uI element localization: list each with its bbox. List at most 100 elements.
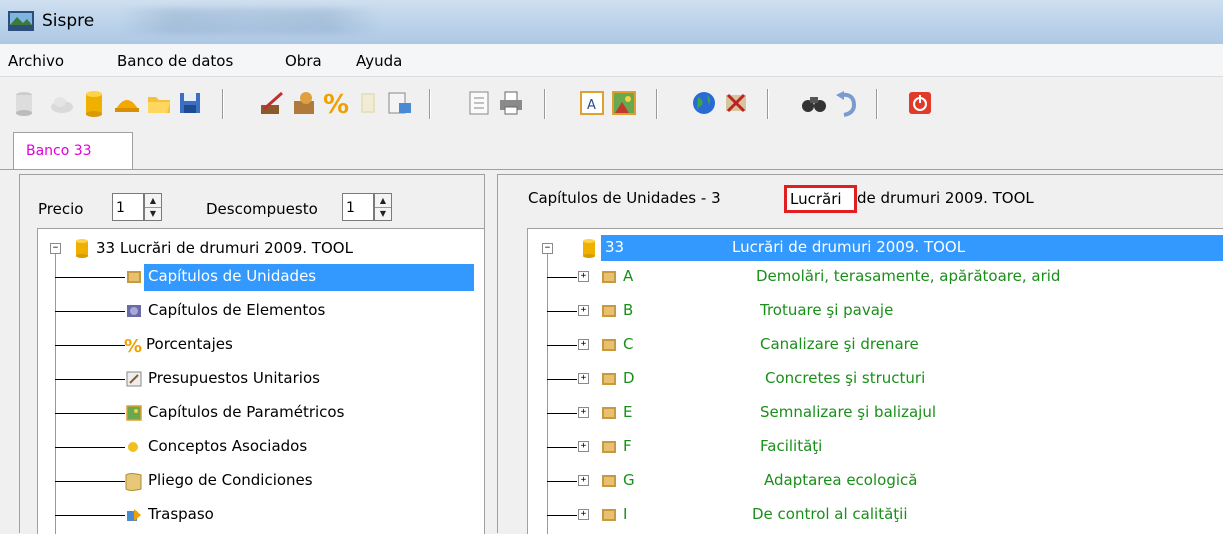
- app-icon: [8, 11, 34, 31]
- expand-icon[interactable]: +: [578, 475, 589, 486]
- open-folder-icon[interactable]: [145, 89, 173, 117]
- tree-branch: [55, 277, 125, 278]
- chapter-label[interactable]: Concretes şi structuri: [765, 369, 925, 387]
- tree-branch: [547, 379, 577, 380]
- menu-banco-de-datos[interactable]: Banco de datos: [117, 52, 233, 70]
- spin-up-icon[interactable]: ▲: [145, 194, 161, 208]
- menu-obra[interactable]: Obra: [285, 52, 322, 70]
- panel-splitter[interactable]: [487, 174, 495, 533]
- toolbar-separator: [876, 89, 878, 119]
- tree-item-pliego-condiciones[interactable]: Pliego de Condiciones: [148, 471, 313, 489]
- svg-text:A: A: [587, 98, 596, 113]
- chapter-label[interactable]: Trotuare şi pavaje: [760, 301, 893, 319]
- chapter-code[interactable]: I: [623, 505, 627, 523]
- chapter-label[interactable]: Semnalizare şi balizajul: [760, 403, 936, 421]
- expand-icon[interactable]: +: [578, 407, 589, 418]
- chapter-code[interactable]: F: [623, 437, 632, 455]
- tree-branch: [547, 515, 577, 516]
- tree-item-presupuestos-unitarios[interactable]: Presupuestos Unitarios: [148, 369, 320, 387]
- chapter-code[interactable]: D: [623, 369, 635, 387]
- tree-item-porcentajes[interactable]: Porcentajes: [146, 335, 233, 353]
- percent-icon[interactable]: %: [322, 89, 350, 117]
- spin-down-icon[interactable]: ▼: [375, 207, 391, 220]
- spin-down-icon[interactable]: ▼: [145, 207, 161, 220]
- chapter-label[interactable]: Demolări, terasamente, apărătoare, arid: [756, 267, 1060, 285]
- database-icon: [76, 239, 88, 258]
- root-label[interactable]: Lucrări de drumuri 2009. TOOL: [732, 238, 965, 256]
- new-bank-icon[interactable]: [10, 89, 38, 117]
- image-frame-icon[interactable]: [610, 89, 638, 117]
- descompuesto-spinner[interactable]: ▲ ▼: [374, 193, 392, 221]
- precio-input[interactable]: [112, 193, 144, 221]
- expand-icon[interactable]: +: [578, 271, 589, 282]
- chapter-code[interactable]: E: [623, 403, 632, 421]
- tab-strip: Banco 33: [0, 129, 1223, 171]
- undo-icon[interactable]: [832, 89, 860, 117]
- chapter-code[interactable]: B: [623, 301, 633, 319]
- helmet-icon[interactable]: [113, 89, 141, 117]
- svg-text:%: %: [323, 90, 349, 117]
- tree-branch: [55, 345, 125, 346]
- expand-icon[interactable]: +: [578, 441, 589, 452]
- print-icon[interactable]: [497, 89, 525, 117]
- cloud-icon[interactable]: [48, 89, 76, 117]
- tree-item-capitulos-elementos[interactable]: Capítulos de Elementos: [148, 301, 325, 319]
- expand-icon[interactable]: +: [578, 305, 589, 316]
- chapter-label[interactable]: De control al calităţii: [752, 505, 908, 523]
- left-panel: Precio ▲ ▼ Descompuesto ▲ ▼ − 33 Lucrări…: [19, 174, 485, 534]
- unit-chapter-icon: [602, 271, 616, 283]
- right-tree[interactable]: − 33 Lucrări de drumuri 2009. TOOL + A D…: [527, 228, 1223, 534]
- tree-branch: [547, 413, 577, 414]
- tree-line: [55, 254, 56, 534]
- save-icon[interactable]: [176, 89, 204, 117]
- globe-icon[interactable]: [690, 89, 718, 117]
- tree-item-conceptos-asociados[interactable]: Conceptos Asociados: [148, 437, 307, 455]
- toolbar-separator: [656, 89, 658, 119]
- transfer-doc-icon[interactable]: [385, 89, 413, 117]
- left-tree[interactable]: − 33 Lucrări de drumuri 2009. TOOL Capít…: [37, 228, 485, 534]
- chapter-code[interactable]: C: [623, 335, 633, 353]
- tree-branch: [55, 379, 125, 380]
- descompuesto-input[interactable]: [342, 193, 374, 221]
- menu-ayuda[interactable]: Ayuda: [356, 52, 402, 70]
- tree-item-traspaso[interactable]: Traspaso: [148, 505, 214, 523]
- unit-chapter-icon: [602, 407, 616, 419]
- binoculars-icon[interactable]: [800, 89, 828, 117]
- tree-branch: [55, 311, 125, 312]
- edit-tools-icon[interactable]: [258, 89, 286, 117]
- menu-archivo[interactable]: Archivo: [8, 52, 64, 70]
- tree-item-capitulos-parametricos[interactable]: Capítulos de Paramétricos: [148, 403, 344, 421]
- chapter-code[interactable]: A: [623, 267, 633, 285]
- header-highlight: Lucrări: [790, 190, 842, 208]
- chapter-label[interactable]: Adaptarea ecologică: [764, 471, 917, 489]
- tree-item-capitulos-unidades[interactable]: Capítulos de Unidades: [148, 267, 316, 285]
- toolbar-separator: [429, 89, 431, 119]
- percent-icon: %: [124, 336, 142, 355]
- toolbar-separator: [544, 89, 546, 119]
- text-frame-icon[interactable]: A: [578, 89, 606, 117]
- expand-icon[interactable]: +: [578, 509, 589, 520]
- collapse-icon[interactable]: −: [542, 243, 553, 254]
- materials-icon[interactable]: [290, 89, 318, 117]
- document-icon[interactable]: [465, 89, 493, 117]
- collapse-icon[interactable]: −: [50, 243, 61, 254]
- spin-up-icon[interactable]: ▲: [375, 194, 391, 208]
- precio-spinner[interactable]: ▲ ▼: [144, 193, 162, 221]
- highlight-box: Lucrări: [784, 185, 857, 213]
- right-panel: Capítulos de Unidades - 3 Lucrări de dru…: [497, 174, 1223, 534]
- title-bar: Sispre: [0, 0, 1223, 44]
- delete-map-icon[interactable]: [722, 89, 750, 117]
- chapter-code[interactable]: G: [623, 471, 635, 489]
- tab-banco-33[interactable]: Banco 33: [13, 132, 133, 169]
- disabled-book-icon[interactable]: [354, 89, 382, 117]
- expand-icon[interactable]: +: [578, 373, 589, 384]
- root-code[interactable]: 33: [605, 238, 624, 256]
- parametric-icon: [126, 405, 142, 421]
- expand-icon[interactable]: +: [578, 339, 589, 350]
- chapter-label[interactable]: Facilităţi: [760, 437, 822, 455]
- tree-branch: [547, 345, 577, 346]
- database-icon[interactable]: [80, 89, 108, 117]
- power-icon[interactable]: [906, 89, 934, 117]
- chapter-label[interactable]: Canalizare şi drenare: [760, 335, 919, 353]
- tree-branch: [547, 481, 577, 482]
